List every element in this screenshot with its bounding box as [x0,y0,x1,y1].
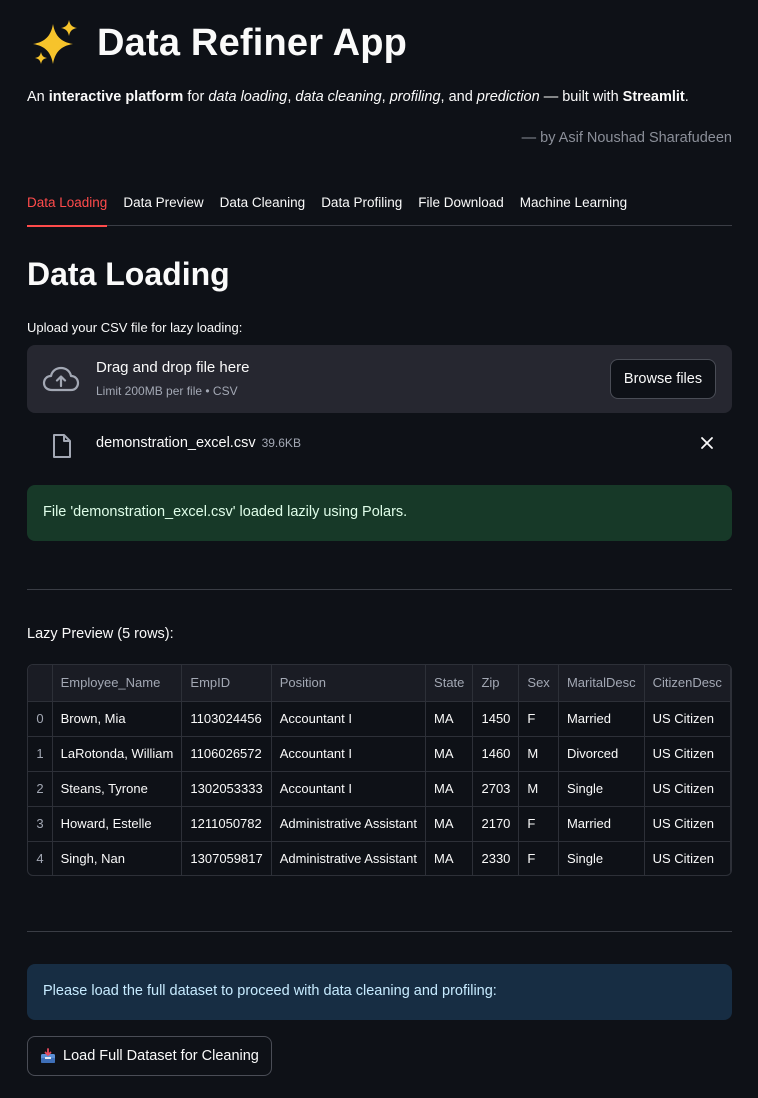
table-cell[interactable]: Administrative Assistant [271,841,427,875]
app-title: Data Refiner App [31,18,407,68]
table-cell[interactable]: MA [425,806,474,842]
column-header[interactable]: CitizenDesc [644,665,731,702]
section-title: Data Loading [27,256,230,292]
load-full-dataset-button[interactable]: Load Full Dataset for Cleaning [27,1036,272,1076]
upload-label: Upload your CSV file for lazy loading: [27,320,243,335]
tab-data-loading[interactable]: Data Loading [27,188,108,227]
load-button-label: Load Full Dataset for Cleaning [63,1048,259,1064]
table-cell[interactable]: 1106026572 [181,736,272,772]
tab-data-profiling[interactable]: Data Profiling [321,188,402,226]
app-subtitle: An interactive platform for data loading… [27,89,689,105]
table-cell[interactable]: 1302053333 [181,771,272,807]
dropzone-instruction: Drag and drop file here [96,359,250,376]
table-cell[interactable]: Accountant I [271,701,427,737]
table-cell[interactable]: 1103024456 [181,701,272,737]
table-row: 3 Howard, Estelle 1211050782 Administrat… [28,806,731,842]
file-size: 39.6KB [261,436,301,450]
table-cell[interactable]: Steans, Tyrone [52,771,183,807]
file-dropzone[interactable]: Drag and drop file here Limit 200MB per … [27,345,732,413]
table-cell[interactable]: Singh, Nan [52,841,183,875]
preview-label: Lazy Preview (5 rows): [27,626,174,642]
table-cell[interactable]: MA [425,771,474,807]
divider [27,589,732,590]
table-cell[interactable]: F [518,701,559,737]
dropzone-limit: Limit 200MB per file • CSV [96,384,238,398]
table-cell[interactable]: US Citizen [644,701,731,737]
table-cell[interactable]: Brown, Mia [52,701,183,737]
table-cell[interactable]: Howard, Estelle [52,806,183,842]
table-cell[interactable]: US Citizen [644,771,731,807]
preview-table[interactable]: Employee_Name EmpID Position State Zip S… [27,664,732,876]
tab-machine-learning[interactable]: Machine Learning [520,188,627,226]
table-cell[interactable]: US Citizen [644,736,731,772]
column-header[interactable]: Employee_Name [52,665,183,702]
tab-file-download[interactable]: File Download [418,188,504,226]
file-name: demonstration_excel.csv 39.6KB [96,435,301,451]
table-row: 1 LaRotonda, William 1106026572 Accounta… [28,736,731,772]
table-cell[interactable]: F [518,806,559,842]
table-cell[interactable]: 1307059817 [181,841,272,875]
column-header[interactable]: MaritalDesc [558,665,645,702]
close-icon[interactable] [700,436,714,450]
column-header[interactable] [28,665,53,702]
tab-data-preview[interactable]: Data Preview [123,188,203,226]
table-cell[interactable]: F [518,841,559,875]
sparkles-icon [33,20,77,64]
author-credit: — by Asif Noushad Sharafudeen [521,130,732,146]
table-cell[interactable]: 4 [28,841,53,875]
table-cell[interactable]: 0 [28,701,53,737]
column-header[interactable]: EmpID [181,665,272,702]
table-cell[interactable]: US Citizen [644,806,731,842]
table-cell[interactable]: 1211050782 [181,806,272,842]
table-cell[interactable]: Accountant I [271,771,427,807]
divider [27,931,732,932]
cloud-upload-icon [42,366,80,392]
table-row: 2 Steans, Tyrone 1302053333 Accountant I… [28,771,731,807]
success-alert: File 'demonstration_excel.csv' loaded la… [27,485,732,541]
file-name-text: demonstration_excel.csv [96,435,256,451]
table-cell[interactable]: M [518,736,559,772]
tab-bar: Data Loading Data Preview Data Cleaning … [27,188,732,227]
table-cell[interactable]: 2330 [472,841,520,875]
column-header[interactable]: Position [271,665,427,702]
table-cell[interactable]: MA [425,701,474,737]
table-cell[interactable]: 1 [28,736,53,772]
table-cell[interactable]: 1460 [472,736,520,772]
table-row: 0 Brown, Mia 1103024456 Accountant I MA … [28,701,731,737]
table-cell[interactable]: Single [558,771,645,807]
table-cell[interactable]: 2703 [472,771,520,807]
table-cell[interactable]: 1450 [472,701,520,737]
table-cell[interactable]: Administrative Assistant [271,806,427,842]
table-cell[interactable]: LaRotonda, William [52,736,183,772]
table-cell[interactable]: Accountant I [271,736,427,772]
info-alert: Please load the full dataset to proceed … [27,964,732,1020]
table-cell[interactable]: Single [558,841,645,875]
browse-files-button[interactable]: Browse files [610,359,716,399]
table-cell[interactable]: 3 [28,806,53,842]
app-title-text: Data Refiner App [97,21,408,64]
table-cell[interactable]: Married [558,806,645,842]
column-header[interactable]: Sex [518,665,559,702]
page: Data Refiner App An interactive platform… [0,0,758,1098]
table-cell[interactable]: 2 [28,771,53,807]
table-cell[interactable]: Married [558,701,645,737]
table-cell[interactable]: M [518,771,559,807]
table-cell[interactable]: MA [425,736,474,772]
table-cell[interactable]: MA [425,841,474,875]
table-cell[interactable]: 2170 [472,806,520,842]
tab-data-cleaning[interactable]: Data Cleaning [220,188,306,226]
file-icon [53,434,71,458]
inbox-tray-icon [41,1048,55,1063]
table-header-row: Employee_Name EmpID Position State Zip S… [28,665,731,702]
column-header[interactable]: State [425,665,474,702]
table-cell[interactable]: US Citizen [644,841,731,875]
table-cell[interactable]: Divorced [558,736,645,772]
column-header[interactable]: Zip [472,665,520,702]
table-row: 4 Singh, Nan 1307059817 Administrative A… [28,841,731,875]
uploaded-file: demonstration_excel.csv 39.6KB [27,425,732,465]
